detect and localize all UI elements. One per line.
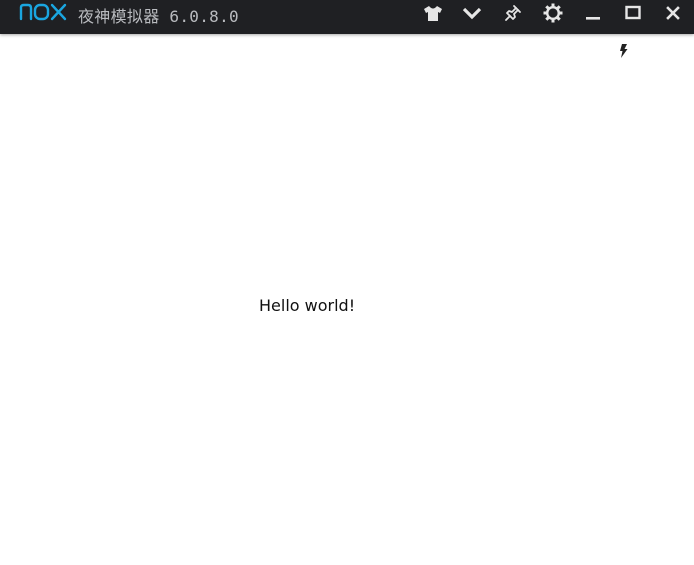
minimize-button[interactable]	[579, 0, 607, 26]
dropdown-button[interactable]	[458, 0, 486, 26]
window-title: 夜神模拟器 6.0.8.0	[78, 7, 239, 26]
chevron-down-icon	[462, 7, 482, 20]
maximize-button[interactable]	[619, 0, 647, 26]
shirt-icon	[424, 5, 442, 21]
close-button[interactable]	[659, 0, 687, 26]
android-status-bar	[0, 34, 694, 62]
nox-logo	[19, 3, 67, 21]
maximize-icon	[625, 5, 641, 20]
pin-icon	[505, 5, 521, 21]
minimize-icon	[586, 17, 600, 20]
lightning-icon	[620, 44, 628, 58]
emulator-window: 夜神模拟器 6.0.8.0 Hello world!	[0, 0, 694, 565]
title-bar[interactable]: 夜神模拟器 6.0.8.0	[0, 0, 694, 34]
settings-button[interactable]	[539, 0, 567, 26]
gear-icon	[543, 3, 563, 23]
pin-button[interactable]	[499, 0, 527, 26]
hello-world-text: Hello world!	[259, 296, 356, 315]
skin-button[interactable]	[419, 0, 447, 26]
close-icon	[666, 6, 680, 20]
